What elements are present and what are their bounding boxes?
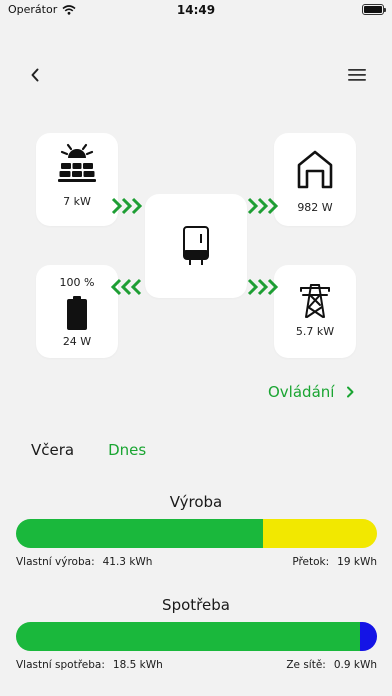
consumption-grid-stat: Ze sítě: 0.9 kWh <box>286 659 377 671</box>
consumption-grid-value: 0.9 kWh <box>333 659 377 671</box>
consumption-self-label: Vlastní spotřeba: <box>16 659 105 671</box>
consumption-self-stat: Vlastní spotřeba: 18.5 kWh <box>16 659 163 671</box>
home-consumption-value: 982 W <box>297 201 333 214</box>
day-tabs: Včera Dnes <box>31 441 146 459</box>
solar-panel-icon <box>58 143 96 182</box>
production-bar <box>16 519 377 548</box>
production-details: Vlastní výroba: 41.3 kWh Přetok: 19 kWh <box>16 556 377 568</box>
battery-power-value: 24 W <box>62 335 92 348</box>
production-export-segment <box>263 519 377 548</box>
menu-button[interactable] <box>346 64 368 86</box>
chevron-right-icon <box>347 386 354 398</box>
control-link[interactable]: Ovládání <box>268 383 354 401</box>
battery-percent: 100 % <box>59 276 95 289</box>
status-time: 14:49 <box>176 3 216 17</box>
production-self-stat: Vlastní výroba: 41.3 kWh <box>16 556 152 568</box>
control-link-label: Ovládání <box>268 383 335 401</box>
production-export-value: 19 kWh <box>337 556 377 568</box>
flow-arrow-right-icon <box>247 197 279 215</box>
tab-yesterday[interactable]: Včera <box>31 441 74 459</box>
status-bar: Operátor 14:49 <box>0 0 392 22</box>
consumption-grid-segment <box>360 622 377 651</box>
battery-card[interactable]: 100 % 24 W <box>36 265 118 358</box>
production-self-label: Vlastní výroba: <box>16 556 95 568</box>
production-export-label: Přetok: <box>292 556 330 568</box>
consumption-grid-label: Ze sítě: <box>286 659 326 671</box>
production-title: Výroba <box>169 493 223 511</box>
consumption-details: Vlastní spotřeba: 18.5 kWh Ze sítě: 0.9 kW… <box>16 659 377 671</box>
status-battery-icon <box>362 4 386 15</box>
inverter-card[interactable] <box>145 194 247 298</box>
production-self-segment <box>16 519 264 548</box>
solar-card[interactable]: 7 kW <box>36 133 118 226</box>
grid-power-value: 5.7 kW <box>295 325 335 338</box>
flow-arrow-left-icon <box>110 278 142 296</box>
consumption-self-value: 18.5 kWh <box>112 659 163 671</box>
hamburger-menu-icon <box>348 69 366 81</box>
flow-arrow-right-icon <box>111 197 143 215</box>
battery-icon <box>67 296 87 330</box>
production-self-value: 41.3 kWh <box>102 556 153 568</box>
home-card[interactable]: 982 W <box>274 133 356 226</box>
solar-power-value: 7 kW <box>63 195 91 208</box>
consumption-title: Spotřeba <box>162 596 230 614</box>
back-button[interactable] <box>24 64 46 86</box>
consumption-self-segment <box>16 622 361 651</box>
consumption-bar <box>16 622 377 651</box>
tab-today[interactable]: Dnes <box>108 441 146 459</box>
production-export-stat: Přetok: 19 kWh <box>292 556 377 568</box>
flow-arrow-right-icon <box>247 278 279 296</box>
house-icon <box>297 150 333 189</box>
power-pylon-icon <box>300 284 330 318</box>
grid-card[interactable]: 5.7 kW <box>274 265 356 358</box>
inverter-icon <box>183 226 209 265</box>
chevron-left-icon <box>31 68 39 82</box>
